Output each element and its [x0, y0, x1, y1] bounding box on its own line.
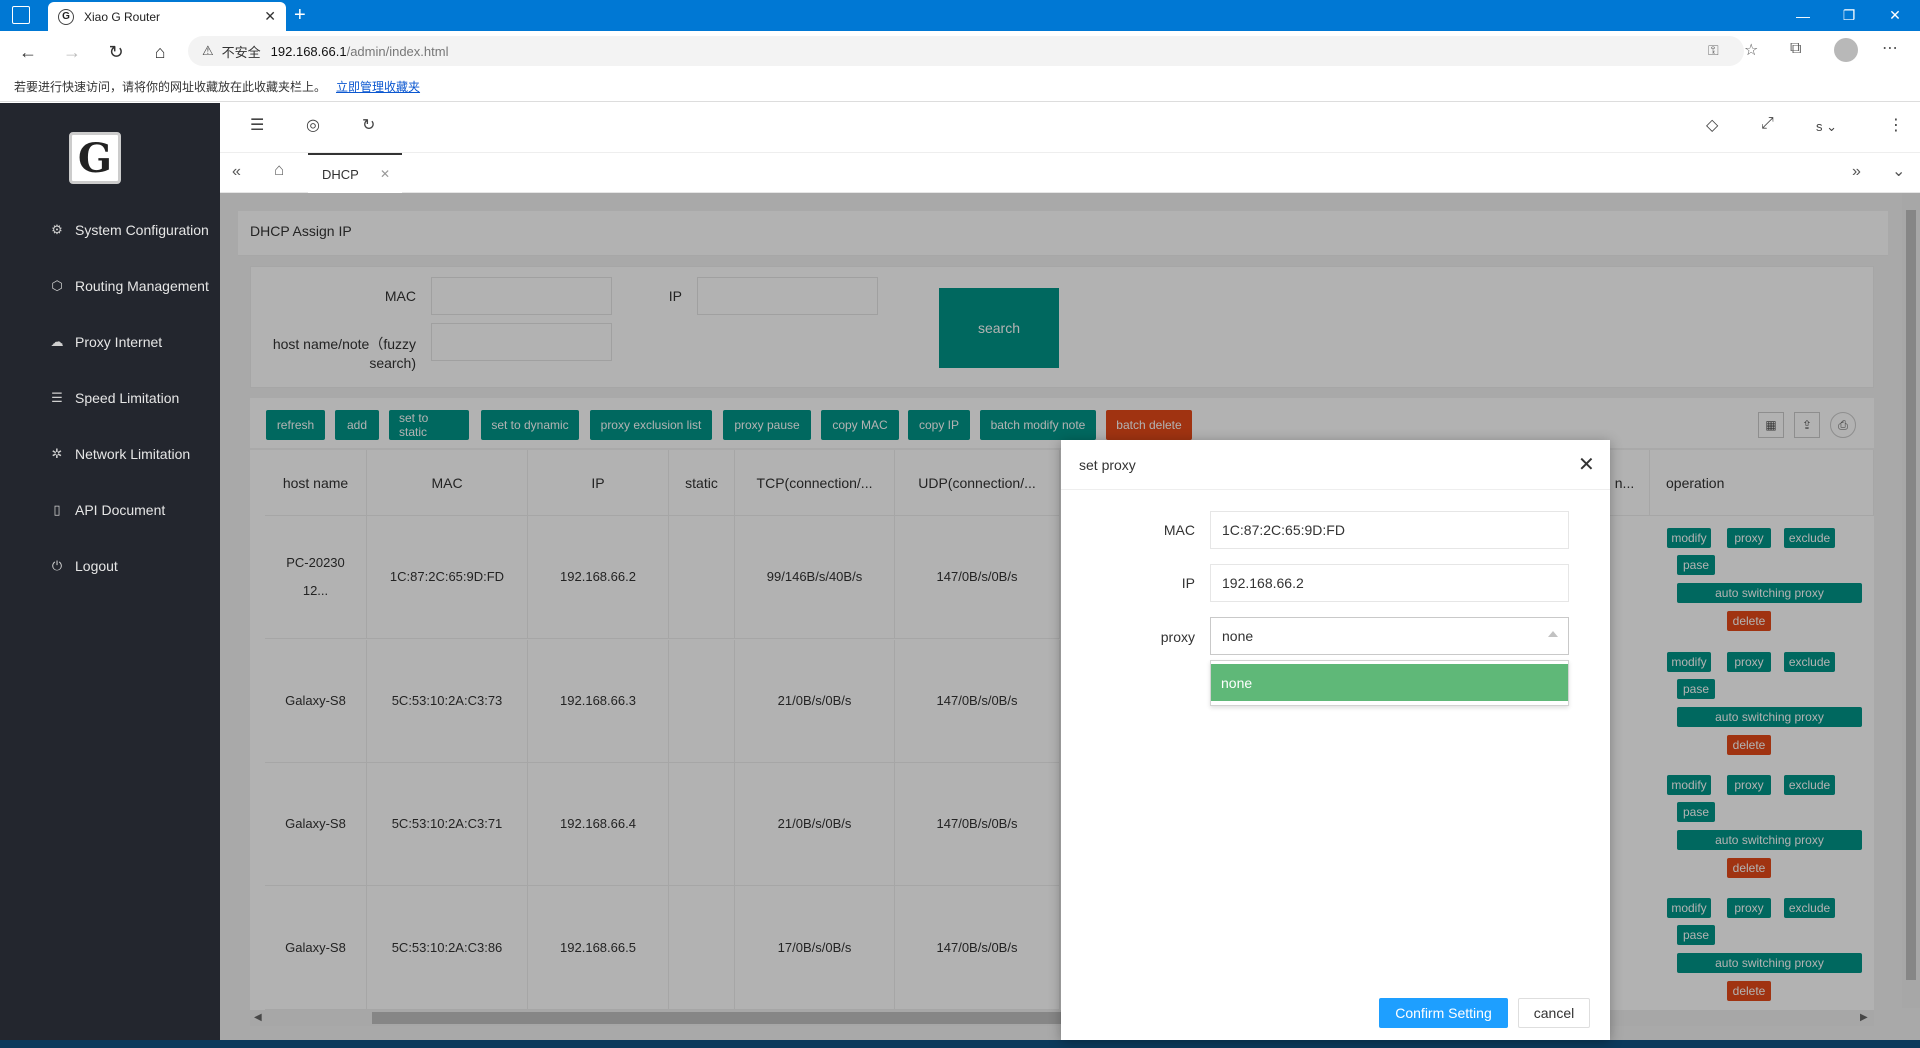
app-logo: G	[69, 132, 121, 184]
network-icon: ✲	[51, 446, 63, 461]
close-dialog-icon[interactable]: ✕	[1578, 452, 1595, 477]
home-tab-icon[interactable]: ⌂	[274, 160, 284, 180]
tabs-menu-icon[interactable]: ⌄	[1892, 161, 1905, 181]
proxy-option-none[interactable]: none	[1211, 664, 1568, 701]
url-field[interactable]: ⚠ 不安全 192.168.66.1/admin/index.html	[188, 36, 1744, 66]
page-tabbar	[220, 153, 1920, 193]
tab-dhcp[interactable]: DHCP ✕	[308, 153, 402, 193]
back-icon[interactable]: ←	[14, 38, 42, 66]
dialog-title: set proxy	[1061, 440, 1610, 490]
sidebar-item-label: Speed Limitation	[75, 390, 180, 406]
forward-icon[interactable]: →	[58, 38, 86, 66]
dialog-ip-label: IP	[1181, 575, 1195, 591]
sidebar-item-proxy-internet[interactable]: ☁ Proxy Internet	[0, 320, 220, 364]
tag-icon[interactable]: ◇	[1706, 115, 1718, 135]
profile-avatar[interactable]	[1834, 38, 1858, 62]
cloud-icon: ☁	[50, 334, 64, 349]
manage-favorites-link[interactable]: 立即管理收藏夹	[336, 78, 420, 95]
cancel-button[interactable]: cancel	[1518, 998, 1590, 1028]
collections-icon[interactable]: ⧉	[1790, 40, 1801, 58]
favorites-bar: 若要进行快速访问，请将你的网址收藏放在此收藏夹栏上。 立即管理收藏夹	[0, 71, 1920, 102]
sidebar-item-label: Routing Management	[75, 278, 209, 294]
globe-icon[interactable]: ◎	[306, 115, 320, 135]
taskbar	[0, 1040, 1920, 1048]
favorites-hint: 若要进行快速访问，请将你的网址收藏放在此收藏夹栏上。	[14, 79, 327, 94]
cube-icon: ⬡	[51, 278, 63, 293]
gear-icon: ⚙	[51, 222, 63, 237]
fullscreen-icon[interactable]: ⤢	[1761, 115, 1774, 133]
sidebar-item-label: Logout	[75, 558, 118, 574]
chevron-down-icon: ⌄	[1826, 119, 1838, 134]
sidebar-item-api-document[interactable]: ▯ API Document	[0, 488, 220, 532]
sidebar-item-routing-management[interactable]: ⬡ Routing Management	[0, 264, 220, 308]
power-icon: ⏻	[51, 558, 63, 573]
browser-titlebar	[0, 0, 1920, 31]
favicon-icon: G	[58, 8, 74, 25]
url-host: 192.168.66.1	[270, 43, 347, 59]
kebab-menu-icon[interactable]: ⋮	[1888, 115, 1904, 135]
sidebar-item-speed-limitation[interactable]: ☰ Speed Limitation	[0, 376, 220, 420]
sidebar-item-network-limitation[interactable]: ✲ Network Limitation	[0, 432, 220, 476]
sliders-icon: ☰	[51, 390, 63, 405]
url-path: /admin/index.html	[346, 43, 449, 59]
proxy-select[interactable]: none	[1210, 617, 1569, 655]
dialog-proxy-label: proxy	[1160, 629, 1195, 645]
tab-actions-icon[interactable]	[12, 6, 30, 24]
dialog-mac-field[interactable]: 1C:87:2C:65:9D:FD	[1210, 511, 1569, 549]
confirm-setting-button[interactable]: Confirm Setting	[1379, 998, 1508, 1028]
caret-up-icon	[1548, 631, 1558, 637]
warning-icon: ⚠	[202, 43, 214, 58]
home-icon[interactable]: ⌂	[146, 38, 174, 66]
tab-title: Xiao G Router	[84, 9, 161, 24]
menu-collapse-icon[interactable]: ☰	[250, 115, 264, 135]
close-tab-icon[interactable]: ✕	[264, 8, 276, 25]
key-icon[interactable]: ⚿	[1708, 42, 1719, 59]
close-window-icon[interactable]: ✕	[1872, 0, 1918, 31]
document-icon: ▯	[53, 502, 61, 517]
new-tab-icon[interactable]: +	[294, 4, 306, 27]
dialog-mac-label: MAC	[1163, 522, 1195, 538]
browser-tab[interactable]: G Xiao G Router ✕	[48, 2, 286, 31]
sidebar-item-label: Network Limitation	[75, 446, 191, 462]
user-initial: s	[1816, 119, 1823, 134]
sidebar-item-label: System Configuration	[75, 222, 209, 238]
tabs-right-icon[interactable]: »	[1852, 163, 1861, 181]
sidebar-item-logout[interactable]: ⏻ Logout	[0, 544, 220, 588]
restore-icon[interactable]: ❐	[1826, 0, 1872, 31]
close-tab-dhcp-icon[interactable]: ✕	[380, 167, 390, 181]
tabs-left-icon[interactable]: «	[232, 163, 241, 181]
sidebar-item-label: API Document	[75, 502, 166, 518]
user-menu[interactable]: s ⌄	[1816, 119, 1837, 135]
sidebar-item-system-configuration[interactable]: ⚙ System Configuration	[0, 208, 220, 252]
refresh-icon[interactable]: ↻	[362, 115, 375, 135]
favorite-add-icon[interactable]: ☆	[1744, 40, 1758, 60]
reload-icon[interactable]: ↻	[102, 38, 130, 66]
sidebar-item-label: Proxy Internet	[75, 334, 163, 350]
dialog-ip-field[interactable]: 192.168.66.2	[1210, 564, 1569, 602]
more-icon[interactable]: ⋯	[1882, 38, 1898, 58]
minimize-icon[interactable]: —	[1780, 0, 1826, 31]
security-warning: 不安全	[221, 44, 261, 60]
app-topbar	[220, 103, 1920, 153]
tab-dhcp-label: DHCP	[322, 166, 359, 182]
